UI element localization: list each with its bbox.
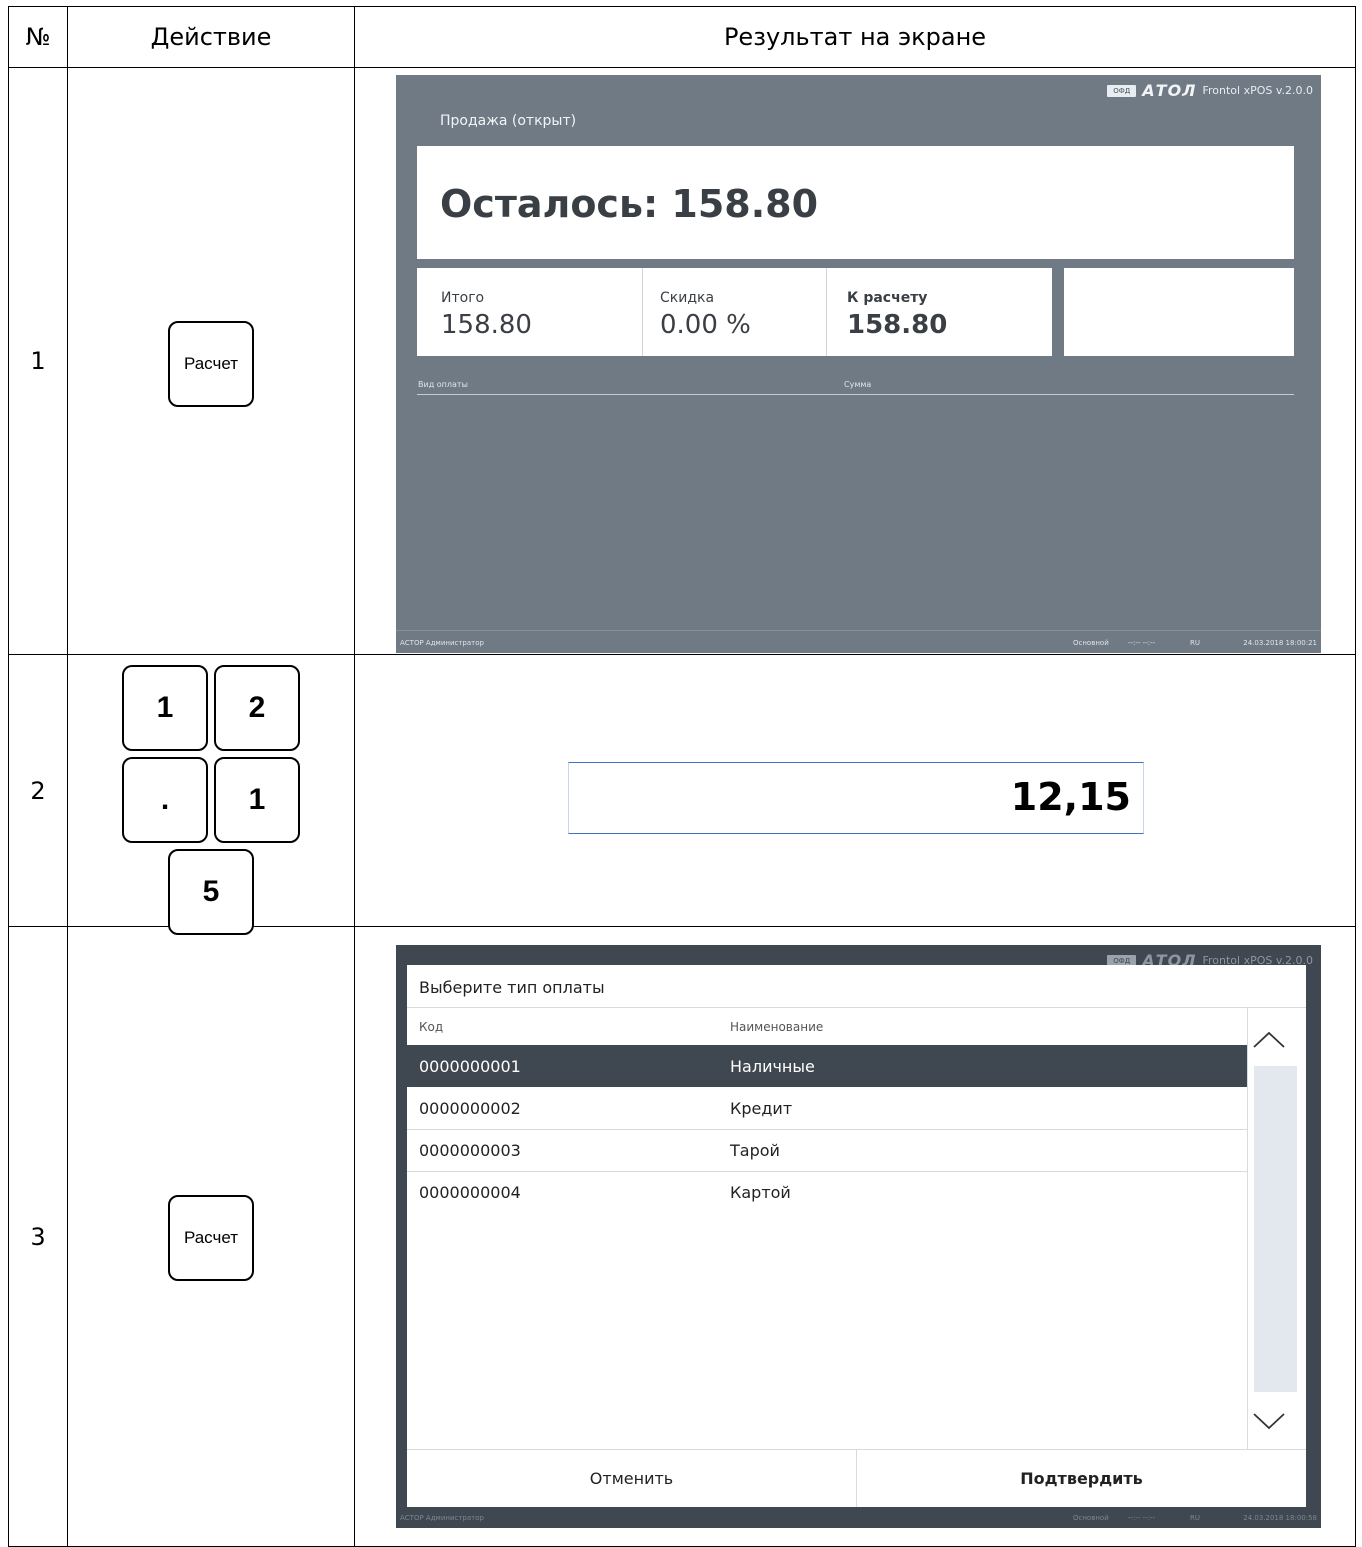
- divider: [826, 268, 827, 356]
- totals-panel: Итого 158.80 Скидка 0.00 % К расчету 158…: [417, 268, 1052, 356]
- pos-screen-payment-type: ОФД АТОЛ Frontol xPOS v.2.0.0 Выберите т…: [396, 945, 1321, 1528]
- list-item[interactable]: 0000000001 Наличные: [407, 1045, 1247, 1087]
- item-code: 0000000004: [419, 1182, 521, 1202]
- status-bar: АСТОР Администратор Основной --:-- --:--…: [396, 1508, 1321, 1528]
- list-item[interactable]: 0000000004 Картой: [407, 1171, 1247, 1213]
- time-placeholder: --:-- --:--: [1128, 1514, 1156, 1522]
- language-label: RU: [1190, 1514, 1200, 1522]
- confirm-button[interactable]: Подтвердить: [857, 1450, 1306, 1507]
- brand-bar: ОФД АТОЛ Frontol xPOS v.2.0.0: [1107, 81, 1313, 100]
- scroll-up-icon[interactable]: [1252, 1029, 1286, 1051]
- row-number: 1: [8, 67, 68, 655]
- digit-key-5[interactable]: 5: [168, 849, 254, 935]
- header-action: Действие: [67, 6, 355, 68]
- datetime-label: 24.03.2018 18:00:21: [1243, 639, 1317, 647]
- pos-screen-payment: ОФД АТОЛ Frontol xPOS v.2.0.0 Продажа (о…: [396, 75, 1321, 653]
- item-code: 0000000003: [419, 1140, 521, 1160]
- check-status: Продажа (открыт): [440, 113, 577, 129]
- payment-type-column: Вид оплаты: [418, 380, 468, 389]
- item-code: 0000000002: [419, 1098, 521, 1118]
- discount-label: Скидка: [660, 290, 715, 306]
- name-column-header: Наименование: [730, 1020, 824, 1034]
- cancel-button[interactable]: Отменить: [407, 1450, 856, 1507]
- item-code: 0000000001: [419, 1056, 521, 1076]
- info-panel: [1064, 268, 1294, 356]
- list-item[interactable]: 0000000003 Тарой: [407, 1129, 1247, 1172]
- brand-logo: АТОЛ: [1142, 81, 1197, 100]
- scroll-down-icon[interactable]: [1252, 1410, 1286, 1432]
- mode-label: Основной: [1073, 1514, 1109, 1522]
- topay-value: 158.80: [847, 310, 948, 340]
- digit-key-1[interactable]: 1: [122, 665, 208, 751]
- decimal-point-key[interactable]: .: [122, 757, 208, 843]
- payment-key[interactable]: Расчет: [168, 1195, 254, 1281]
- total-value: 158.80: [441, 310, 532, 340]
- list-item[interactable]: 0000000002 Кредит: [407, 1087, 1247, 1130]
- operator-label: АСТОР Администратор: [400, 1514, 484, 1522]
- discount-value: 0.00 %: [660, 310, 751, 340]
- topay-label: К расчету: [847, 290, 928, 306]
- code-column-header: Код: [419, 1020, 444, 1034]
- total-label: Итого: [441, 290, 485, 306]
- time-placeholder: --:-- --:--: [1128, 639, 1156, 647]
- digit-key-1[interactable]: 1: [214, 757, 300, 843]
- version-label: Frontol xPOS v.2.0.0: [1202, 84, 1313, 97]
- status-bar: АСТОР Администратор Основной --:-- --:--…: [396, 630, 1321, 653]
- divider: [407, 1007, 1306, 1008]
- amount-value: 12,15: [1010, 775, 1131, 819]
- mode-label: Основной: [1073, 639, 1109, 647]
- header-result: Результат на экране: [354, 6, 1356, 68]
- language-label: RU: [1190, 639, 1200, 647]
- divider: [642, 268, 643, 356]
- amount-input[interactable]: 12,15: [568, 762, 1144, 834]
- payment-key[interactable]: Расчет: [168, 321, 254, 407]
- scrollbar-track[interactable]: [1254, 1066, 1297, 1392]
- table-header: № Действие Результат на экране: [8, 6, 1356, 68]
- row-number: 3: [8, 926, 68, 1547]
- sum-column: Сумма: [844, 380, 872, 389]
- operator-label: АСТОР Администратор: [400, 639, 484, 647]
- divider: [1247, 1007, 1248, 1449]
- remaining-panel: Осталось: 158.80: [417, 146, 1294, 259]
- payment-type-dialog: Выберите тип оплаты Код Наименование 000…: [407, 965, 1306, 1507]
- remaining-amount: Осталось: 158.80: [440, 182, 819, 226]
- item-name: Наличные: [730, 1056, 815, 1076]
- ofd-badge: ОФД: [1107, 84, 1137, 97]
- header-number: №: [8, 6, 68, 68]
- datetime-label: 24.03.2018 18:00:58: [1243, 1514, 1317, 1522]
- digit-key-2[interactable]: 2: [214, 665, 300, 751]
- dialog-title: Выберите тип оплаты: [419, 978, 605, 997]
- item-name: Картой: [730, 1182, 791, 1202]
- row-number: 2: [8, 654, 68, 927]
- item-name: Тарой: [730, 1140, 780, 1160]
- item-name: Кредит: [730, 1098, 793, 1118]
- divider: [417, 394, 1294, 395]
